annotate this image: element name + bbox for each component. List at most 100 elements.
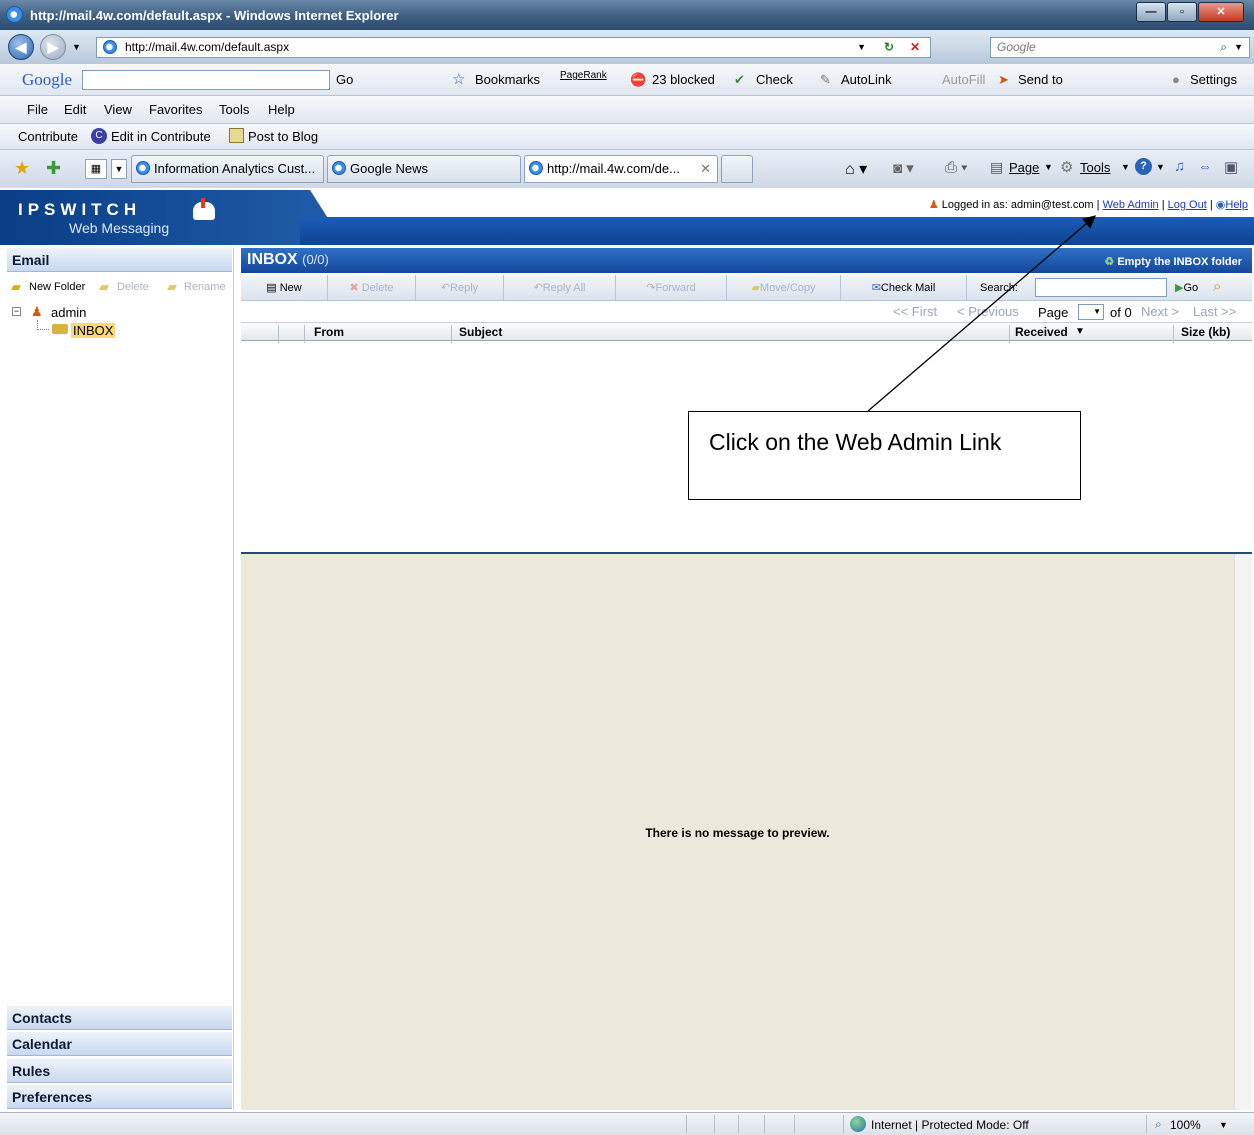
page-select[interactable]: ▼ xyxy=(1078,304,1104,320)
forward-button[interactable]: ▶ xyxy=(40,34,66,60)
bookmarks-star-icon[interactable]: ☆ xyxy=(452,70,465,88)
settings-button[interactable]: Settings xyxy=(1190,72,1237,87)
autofill-button[interactable]: AutoFill xyxy=(942,72,985,87)
bookmarks-menu[interactable]: Bookmarks xyxy=(475,72,540,87)
column-from[interactable]: From xyxy=(314,325,344,339)
new-message-button[interactable]: ▤ New xyxy=(241,275,328,301)
tab-information-analytics[interactable]: Information Analytics Cust... xyxy=(131,155,324,183)
preferences-section-header[interactable]: Preferences xyxy=(7,1085,232,1109)
last-page-link[interactable]: Last >> xyxy=(1193,304,1236,319)
history-dropdown-icon[interactable]: ▼ xyxy=(72,42,81,52)
onenote-icon[interactable]: ▣ xyxy=(1224,158,1238,176)
tools-menu-arrow-icon[interactable]: ▼ xyxy=(1121,162,1130,172)
tree-inbox[interactable]: INBOX xyxy=(71,323,116,338)
menu-edit[interactable]: Edit xyxy=(64,102,86,117)
tree-collapse-icon[interactable]: − xyxy=(12,307,21,316)
spellcheck-button[interactable]: Check xyxy=(756,72,793,87)
help-link[interactable]: Help xyxy=(1225,199,1248,211)
search-go-button[interactable]: ▶Go xyxy=(1175,281,1198,294)
zoom-level[interactable]: 100% xyxy=(1170,1118,1201,1132)
menu-favorites[interactable]: Favorites xyxy=(149,102,202,117)
add-favorite-icon[interactable]: ✚ xyxy=(46,158,61,179)
popup-blocked-count[interactable]: 23 blocked xyxy=(652,72,715,87)
tools-menu[interactable]: Tools xyxy=(1080,160,1110,175)
menu-tools[interactable]: Tools xyxy=(219,102,249,117)
help-arrow-icon[interactable]: ▼ xyxy=(1156,162,1165,172)
check-mail-button[interactable]: ✉Check Mail xyxy=(841,275,967,301)
security-zone[interactable]: Internet | Protected Mode: Off xyxy=(871,1118,1029,1132)
home-icon[interactable]: ⌂ ▾ xyxy=(845,159,867,179)
contacts-section-header[interactable]: Contacts xyxy=(7,1006,232,1030)
back-button[interactable]: ◀ xyxy=(8,34,34,60)
column-received[interactable]: Received xyxy=(1015,325,1068,339)
column-subject[interactable]: Subject xyxy=(459,325,502,339)
search-magnifier-icon[interactable]: ⌕ xyxy=(1213,278,1221,295)
tree-admin[interactable]: admin xyxy=(51,305,86,320)
menu-help[interactable]: Help xyxy=(268,102,295,117)
zoom-dropdown-icon[interactable]: ▼ xyxy=(1219,1120,1228,1130)
log-out-link[interactable]: Log Out xyxy=(1168,199,1207,211)
empty-folder-button[interactable]: ♻ Empty the INBOX folder xyxy=(1104,255,1242,268)
close-button[interactable]: ✕ xyxy=(1198,2,1244,22)
address-dropdown-icon[interactable]: ▼ xyxy=(857,38,866,57)
help-icon[interactable]: ? xyxy=(1135,158,1152,175)
contribute-label[interactable]: Contribute xyxy=(18,129,78,144)
sendto-button[interactable]: Send to xyxy=(1018,72,1063,87)
rules-section-header[interactable]: Rules xyxy=(7,1059,232,1083)
forward-message-button[interactable]: ↷Forward xyxy=(616,275,727,301)
column-size[interactable]: Size (kb) xyxy=(1181,325,1230,339)
tab-list-icon[interactable]: ▼ xyxy=(111,159,127,179)
tab-google-news[interactable]: Google News xyxy=(327,155,521,183)
pagerank-label[interactable]: PageRank xyxy=(560,70,607,81)
address-bar[interactable]: http://mail.4w.com/default.aspx ▼ ↻ ✕ xyxy=(96,37,931,58)
refresh-icon[interactable]: ↻ xyxy=(884,38,894,57)
move-copy-button[interactable]: ▰Move/Copy xyxy=(727,275,841,301)
google-go-button[interactable]: Go xyxy=(336,72,353,87)
tab-close-icon[interactable]: ✕ xyxy=(700,156,711,182)
maximize-button[interactable]: ▫ xyxy=(1167,2,1197,22)
first-page-link[interactable]: << First xyxy=(893,304,937,319)
autolink-button[interactable]: AutoLink xyxy=(841,72,892,87)
delete-message-button[interactable]: ✖ Delete xyxy=(328,275,416,301)
new-tab-button[interactable] xyxy=(721,155,753,183)
print-icon[interactable]: ⎙ ▾ xyxy=(945,159,967,176)
menu-view[interactable]: View xyxy=(104,102,132,117)
next-page-link[interactable]: Next > xyxy=(1141,304,1179,319)
page-menu[interactable]: Page xyxy=(1009,160,1039,175)
menu-file[interactable]: File xyxy=(27,102,48,117)
page-label: Page xyxy=(1038,305,1069,320)
reply-button[interactable]: ↶Reply xyxy=(416,275,504,301)
page-menu-arrow-icon[interactable]: ▼ xyxy=(1044,162,1053,172)
messenger-icon[interactable]: ⇔ xyxy=(1198,158,1212,174)
preview-scrollbar[interactable] xyxy=(1234,554,1252,1110)
admin-user-icon: ♟ xyxy=(31,304,43,319)
minimize-button[interactable]: — xyxy=(1136,2,1166,22)
feeds-icon[interactable]: ◙ ▾ xyxy=(893,159,914,177)
tab-mail[interactable]: http://mail.4w.com/de... ✕ xyxy=(524,155,718,183)
edit-in-contribute-button[interactable]: Edit in Contribute xyxy=(111,129,211,144)
post-to-blog-button[interactable]: Post to Blog xyxy=(248,129,318,144)
mail-search-input[interactable] xyxy=(1035,278,1167,297)
stop-icon[interactable]: ✕ xyxy=(910,38,920,57)
calendar-section-header[interactable]: Calendar xyxy=(7,1032,232,1056)
search-dropdown-icon[interactable]: ▼ xyxy=(1234,38,1243,57)
reply-all-button[interactable]: ↶Reply All xyxy=(504,275,616,301)
search-input[interactable]: Google ⌕ ▼ xyxy=(990,37,1250,58)
favorites-center-icon[interactable]: ★ xyxy=(14,158,30,179)
research-icon[interactable]: ♫ xyxy=(1174,158,1185,175)
google-brand[interactable]: Google xyxy=(22,70,72,90)
address-url: http://mail.4w.com/default.aspx xyxy=(125,40,290,54)
quick-tabs-icon[interactable]: ▦ xyxy=(85,159,107,179)
new-folder-button[interactable]: New Folder xyxy=(29,281,85,293)
search-magnifier-icon[interactable]: ⌕ xyxy=(1220,38,1227,57)
delete-folder-button[interactable]: Delete xyxy=(117,281,149,293)
rename-folder-button[interactable]: Rename xyxy=(184,281,226,293)
rename-folder-icon: ▰ xyxy=(167,279,177,294)
previous-page-link[interactable]: < Previous xyxy=(957,304,1019,319)
web-admin-link[interactable]: Web Admin xyxy=(1103,199,1159,211)
search-label: Search: xyxy=(980,282,1018,294)
message-toolbar: ▤ New ✖ Delete ↶Reply ↶Reply All ↷Forwar… xyxy=(241,275,1252,301)
popup-blocked-icon: ⛔ xyxy=(630,72,647,87)
email-section-header[interactable]: Email xyxy=(7,248,232,272)
google-search-field[interactable] xyxy=(82,70,330,90)
